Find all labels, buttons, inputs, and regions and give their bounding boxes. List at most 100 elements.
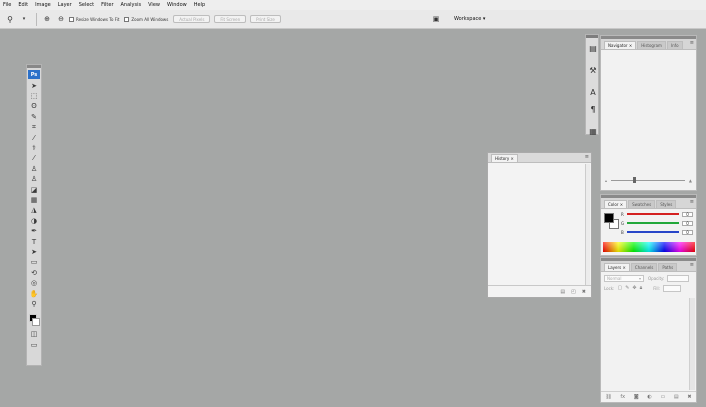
color-swatches[interactable] [27,312,41,330]
color-foreground-swatch[interactable] [604,213,614,223]
background-color-swatch[interactable] [32,317,40,326]
3d-rotate-tool-icon[interactable]: ⟲ [27,268,41,278]
green-value[interactable]: 0 [682,220,693,226]
menu-image[interactable]: Image [35,2,51,8]
blue-slider[interactable]: B 0 [621,229,694,235]
pen-tool-icon[interactable]: ✒ [27,226,41,236]
panel-menu-icon[interactable]: ≡ [690,40,694,46]
checkbox-box[interactable] [124,16,130,22]
brush-tool-icon[interactable]: ⁄ [27,154,41,164]
history-panel-header[interactable]: History × [488,153,591,163]
adjustment-layer-icon[interactable]: ◐ [647,394,651,400]
dodge-tool-icon[interactable]: ◑ [27,216,41,226]
tab-color[interactable]: Color × [604,200,628,208]
strip-grip[interactable] [586,35,598,38]
tool-preset-dropdown-icon[interactable]: ▾ [18,14,30,25]
new-document-icon[interactable]: ▤ [560,289,565,295]
clone-source-icon[interactable]: ⚒ [587,64,599,77]
zoom-all-windows-checkbox[interactable]: Zoom All Windows [124,16,168,22]
tab-history[interactable]: History × [491,154,518,162]
blur-tool-icon[interactable]: ◮ [27,206,41,216]
actual-pixels-button[interactable]: Actual Pixels [173,15,211,23]
bridge-icon[interactable]: ▣ [430,13,442,24]
green-track[interactable] [627,222,679,224]
eraser-tool-icon[interactable]: ◪ [27,185,41,195]
menu-help[interactable]: Help [194,2,205,8]
new-layer-icon[interactable]: ▤ [674,394,679,400]
color-spectrum[interactable] [603,242,695,252]
tab-swatches[interactable]: Swatches [628,200,656,208]
opacity-field[interactable] [667,274,690,282]
workspace-switcher[interactable]: Workspace ▾ [454,16,485,22]
layer-mask-icon[interactable]: ◙ [634,394,639,400]
tab-styles[interactable]: Styles [656,200,677,208]
notes-icon[interactable]: ▦ [587,125,599,138]
paragraph-icon[interactable]: ¶ [587,103,599,116]
crop-tool-icon[interactable]: ⌗ [27,123,41,133]
layer-style-icon[interactable]: fx [620,394,625,400]
tab-info[interactable]: Info [666,41,683,49]
zoom-out-small-icon[interactable]: ▴ [605,178,607,183]
tab-navigator[interactable]: Navigator × [604,41,637,49]
path-selection-tool-icon[interactable]: ➤ [27,247,41,257]
menu-select[interactable]: Select [79,2,94,8]
tab-histogram[interactable]: Histogram [637,41,666,49]
lasso-tool-icon[interactable]: ʘ [27,102,41,112]
quick-mask-icon[interactable]: ◫ [27,330,41,340]
menu-edit[interactable]: Edit [18,2,28,8]
menu-view[interactable]: View [148,2,160,8]
history-brush-tool-icon[interactable]: ♙ [27,175,41,185]
layers-scrollbar[interactable] [689,298,695,390]
menu-window[interactable]: Window [167,2,187,8]
navigator-zoom-slider[interactable]: ▴ ▲ [601,176,696,184]
healing-brush-tool-icon[interactable]: ⚕ [27,143,41,153]
3d-orbit-tool-icon[interactable]: ◎ [27,278,41,288]
zoom-thumb[interactable] [633,176,637,183]
blend-mode-select[interactable]: Normal ▾ [604,274,644,282]
tab-channels[interactable]: Channels [630,263,658,271]
lock-transparent-icon[interactable]: ▢ [617,285,622,291]
lock-image-icon[interactable]: ✎ [625,285,629,291]
screen-mode-icon[interactable]: ▭ [27,340,41,350]
character-icon[interactable]: A [587,86,599,99]
navigator-preview[interactable] [601,50,696,178]
red-track[interactable] [627,213,679,215]
move-tool-icon[interactable]: ➤ [27,81,41,91]
new-snapshot-icon[interactable]: ◰ [571,289,576,295]
menu-file[interactable]: File [3,2,11,8]
fill-field[interactable] [662,284,681,292]
lock-all-icon[interactable]: 🔒︎ [640,285,643,291]
brushes-icon[interactable]: ▤ [587,42,599,55]
menu-layer[interactable]: Layer [58,2,72,8]
eyedropper-tool-icon[interactable]: ⁄ [27,133,41,143]
blue-track[interactable] [627,231,679,233]
gradient-tool-icon[interactable]: ▦ [27,195,41,205]
zoom-tool-icon[interactable]: ⚲ [27,299,41,309]
shape-tool-icon[interactable]: ▭ [27,258,41,268]
resize-windows-checkbox[interactable]: Resize Windows To Fit [69,16,119,22]
trash-icon[interactable]: ✖ [582,289,586,295]
green-slider[interactable]: G 0 [621,220,694,226]
clone-stamp-tool-icon[interactable]: ♙ [27,164,41,174]
zoom-in-large-icon[interactable]: ▲ [689,178,692,183]
panel-menu-icon[interactable]: ≡ [690,262,694,268]
lock-position-icon[interactable]: ✥ [632,285,636,291]
tab-paths[interactable]: Paths [658,263,678,271]
zoom-tool-icon[interactable]: ⚲ [4,14,16,25]
new-group-icon[interactable]: ▭ [660,394,665,400]
menu-analysis[interactable]: Analysis [121,2,142,8]
red-value[interactable]: 0 [682,211,693,217]
menu-filter[interactable]: Filter [101,2,113,8]
hand-tool-icon[interactable]: ✋ [27,289,41,299]
red-slider[interactable]: R 0 [621,211,694,217]
zoom-out-icon[interactable]: ⊖ [55,14,67,25]
tools-panel-grip[interactable] [27,65,41,68]
panel-menu-icon[interactable]: ≡ [585,154,589,160]
history-scrollbar[interactable] [585,164,590,286]
print-size-button[interactable]: Print Size [250,15,281,23]
quick-selection-tool-icon[interactable]: ✎ [27,112,41,122]
tab-layers[interactable]: Layers × [604,263,630,271]
checkbox-box[interactable] [69,16,74,22]
type-tool-icon[interactable]: T [27,237,41,247]
fit-screen-button[interactable]: Fit Screen [214,15,247,23]
